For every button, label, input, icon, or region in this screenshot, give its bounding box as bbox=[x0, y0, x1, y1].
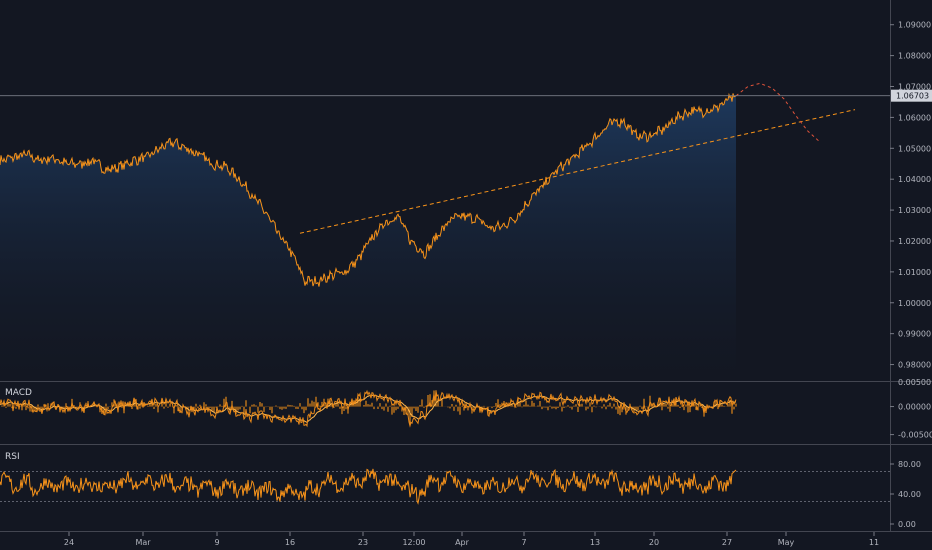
price-tick-label: 1.04000 bbox=[898, 175, 931, 184]
time-tick-label: 23 bbox=[358, 538, 368, 547]
time-tick-label: 13 bbox=[590, 538, 600, 547]
rsi-tick-label: 80.00 bbox=[898, 460, 921, 469]
time-tick-label: Apr bbox=[455, 538, 470, 547]
price-axis[interactable]: 1.090001.080001.070001.060001.050001.040… bbox=[890, 21, 931, 370]
price-tick-label: 1.06000 bbox=[898, 113, 931, 122]
rsi-tick-label: 40.00 bbox=[898, 490, 921, 499]
rsi-line bbox=[0, 468, 737, 505]
trading-chart: 1.090001.080001.070001.060001.050001.040… bbox=[0, 0, 932, 547]
rsi-axis[interactable]: 80.00 40.00 0.00 bbox=[890, 460, 921, 529]
time-tick-label: 11 bbox=[869, 538, 879, 547]
price-tick-label: 1.09000 bbox=[898, 21, 931, 30]
time-tick-label: 9 bbox=[214, 538, 219, 547]
price-tick-label: 1.02000 bbox=[898, 237, 931, 246]
rsi-tick-label: 0.00 bbox=[898, 520, 916, 529]
time-tick-label: Mar bbox=[135, 538, 151, 547]
projection-curve[interactable] bbox=[735, 82, 821, 143]
chart-root: 1.09000 1.08000 1.07000 1.06000 1.05000 1.040… bbox=[0, 0, 932, 550]
price-tick-label: 0.99000 bbox=[898, 330, 931, 339]
macd-tick-label: -0.00500 bbox=[898, 431, 932, 440]
time-tick-label: May bbox=[778, 538, 795, 547]
time-tick-label: 12:00 bbox=[402, 538, 425, 547]
price-tick-label: 1.00000 bbox=[898, 299, 931, 308]
macd-axis[interactable]: 0.00000 -0.00500 0.00500 bbox=[890, 378, 932, 440]
current-price-tag-label: 1.06703 bbox=[896, 92, 929, 101]
time-tick-label: 7 bbox=[521, 538, 526, 547]
macd-pane-label: MACD bbox=[5, 388, 32, 398]
price-tick-label: 1.08000 bbox=[898, 52, 931, 61]
price-tick-label: 1.03000 bbox=[898, 206, 931, 215]
time-tick-label: 27 bbox=[722, 538, 732, 547]
macd-top-tick-label: 0.00500 bbox=[898, 378, 931, 387]
current-price-tag: 1.06703 bbox=[891, 89, 932, 102]
price-pane bbox=[0, 82, 890, 380]
rsi-pane bbox=[0, 468, 890, 505]
price-tick-label: 1.05000 bbox=[898, 144, 931, 153]
time-tick-label: 24 bbox=[64, 538, 74, 547]
macd-tick-label: 0.00000 bbox=[898, 403, 931, 412]
macd-pane bbox=[0, 389, 737, 428]
price-area-fill bbox=[0, 93, 736, 380]
time-axis[interactable]: 24 Mar 9 16 23 12:00 Apr 7 13 20 27 May 11 bbox=[64, 532, 879, 547]
time-tick-label: 16 bbox=[285, 538, 295, 547]
price-tick-label: 1.01000 bbox=[898, 268, 931, 277]
price-tick-label: 0.98000 bbox=[898, 361, 931, 370]
rsi-pane-label: RSI bbox=[5, 452, 20, 462]
time-tick-label: 20 bbox=[649, 538, 659, 547]
